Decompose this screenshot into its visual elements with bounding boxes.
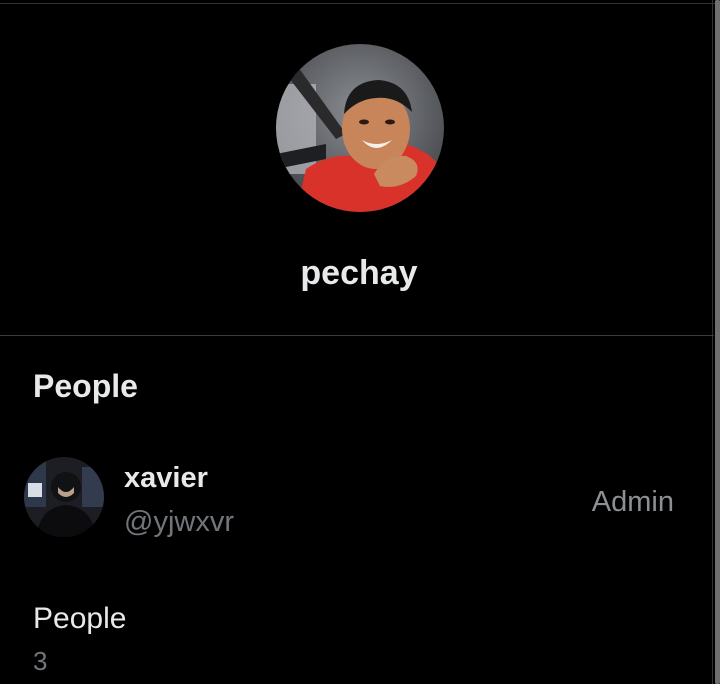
top-divider: [0, 3, 716, 4]
member-row[interactable]: xavier @yjwxvr Admin: [0, 448, 714, 548]
section-divider: [0, 335, 714, 336]
people-count-label: People: [33, 602, 127, 635]
group-name: pechay: [300, 254, 418, 292]
user-avatar-photo-icon: [24, 457, 104, 537]
scrollbar-thumb[interactable]: [715, 0, 720, 684]
right-border: [712, 0, 713, 684]
member-name: xavier: [124, 462, 208, 494]
group-avatar[interactable]: [276, 44, 444, 212]
group-avatar-photo-icon: [276, 44, 444, 212]
member-avatar[interactable]: [24, 457, 104, 537]
people-section-title: People: [33, 368, 138, 404]
scrollbar[interactable]: [715, 0, 720, 684]
member-handle: @yjwxvr: [124, 506, 234, 538]
group-info-page: pechay People xavier @yjwxvr Admin Peopl…: [0, 0, 720, 684]
people-count-value: 3: [33, 646, 48, 676]
member-role-badge: Admin: [591, 486, 674, 518]
